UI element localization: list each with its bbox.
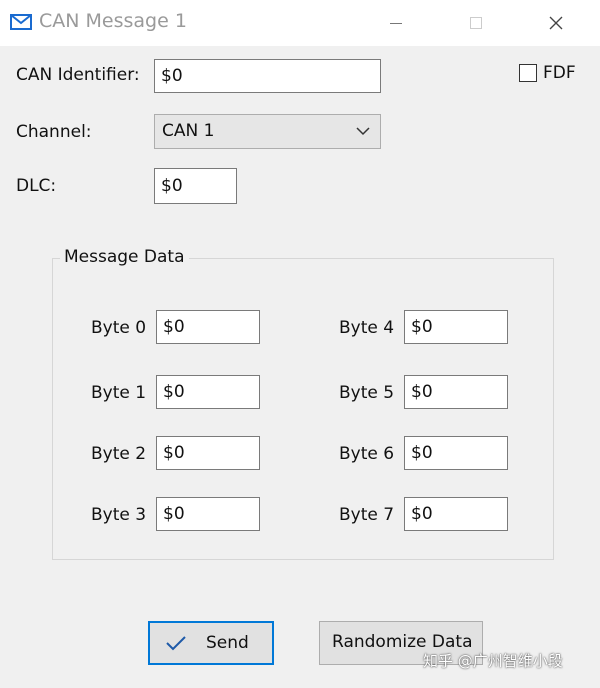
chevron-down-icon [356, 127, 370, 136]
close-button[interactable] [534, 6, 578, 40]
dlc-label: DLC: [16, 176, 57, 196]
byte-2-input[interactable] [156, 436, 260, 470]
byte-6-label: Byte 6 [339, 444, 395, 464]
checkmark-icon [166, 636, 186, 651]
fdf-checkbox[interactable] [519, 64, 537, 82]
watermark-text: 知乎 @广州智维小段 [423, 652, 563, 670]
dlc-input[interactable] [154, 168, 237, 204]
byte-0-input[interactable] [156, 310, 260, 344]
send-button[interactable]: Send [148, 621, 274, 665]
message-data-title: Message Data [60, 247, 189, 267]
close-icon [549, 16, 563, 30]
maximize-button[interactable] [454, 6, 498, 40]
fdf-label: FDF [543, 63, 576, 83]
byte-4-input[interactable] [404, 310, 508, 344]
channel-select[interactable]: CAN 1 [154, 114, 381, 149]
byte-0-label: Byte 0 [91, 318, 147, 338]
envelope-icon [10, 14, 32, 30]
randomize-data-label: Randomize Data [332, 632, 473, 652]
maximize-icon [470, 17, 482, 29]
window-title: CAN Message 1 [39, 10, 187, 32]
byte-5-label: Byte 5 [339, 383, 395, 403]
byte-3-input[interactable] [156, 497, 260, 531]
channel-label: Channel: [16, 122, 92, 142]
minimize-button[interactable] [374, 6, 418, 40]
byte-7-input[interactable] [404, 497, 508, 531]
byte-4-label: Byte 4 [339, 318, 395, 338]
byte-1-input[interactable] [156, 375, 260, 409]
can-identifier-input[interactable] [154, 59, 381, 93]
byte-2-label: Byte 2 [91, 444, 147, 464]
byte-1-label: Byte 1 [91, 383, 147, 403]
byte-5-input[interactable] [404, 375, 508, 409]
channel-selected-value: CAN 1 [162, 121, 215, 141]
byte-6-input[interactable] [404, 436, 508, 470]
can-identifier-label: CAN Identifier: [16, 65, 140, 85]
byte-7-label: Byte 7 [339, 505, 395, 525]
send-label: Send [206, 633, 249, 653]
minimize-icon [390, 23, 402, 24]
byte-3-label: Byte 3 [91, 505, 147, 525]
title-bar: CAN Message 1 [0, 0, 600, 46]
